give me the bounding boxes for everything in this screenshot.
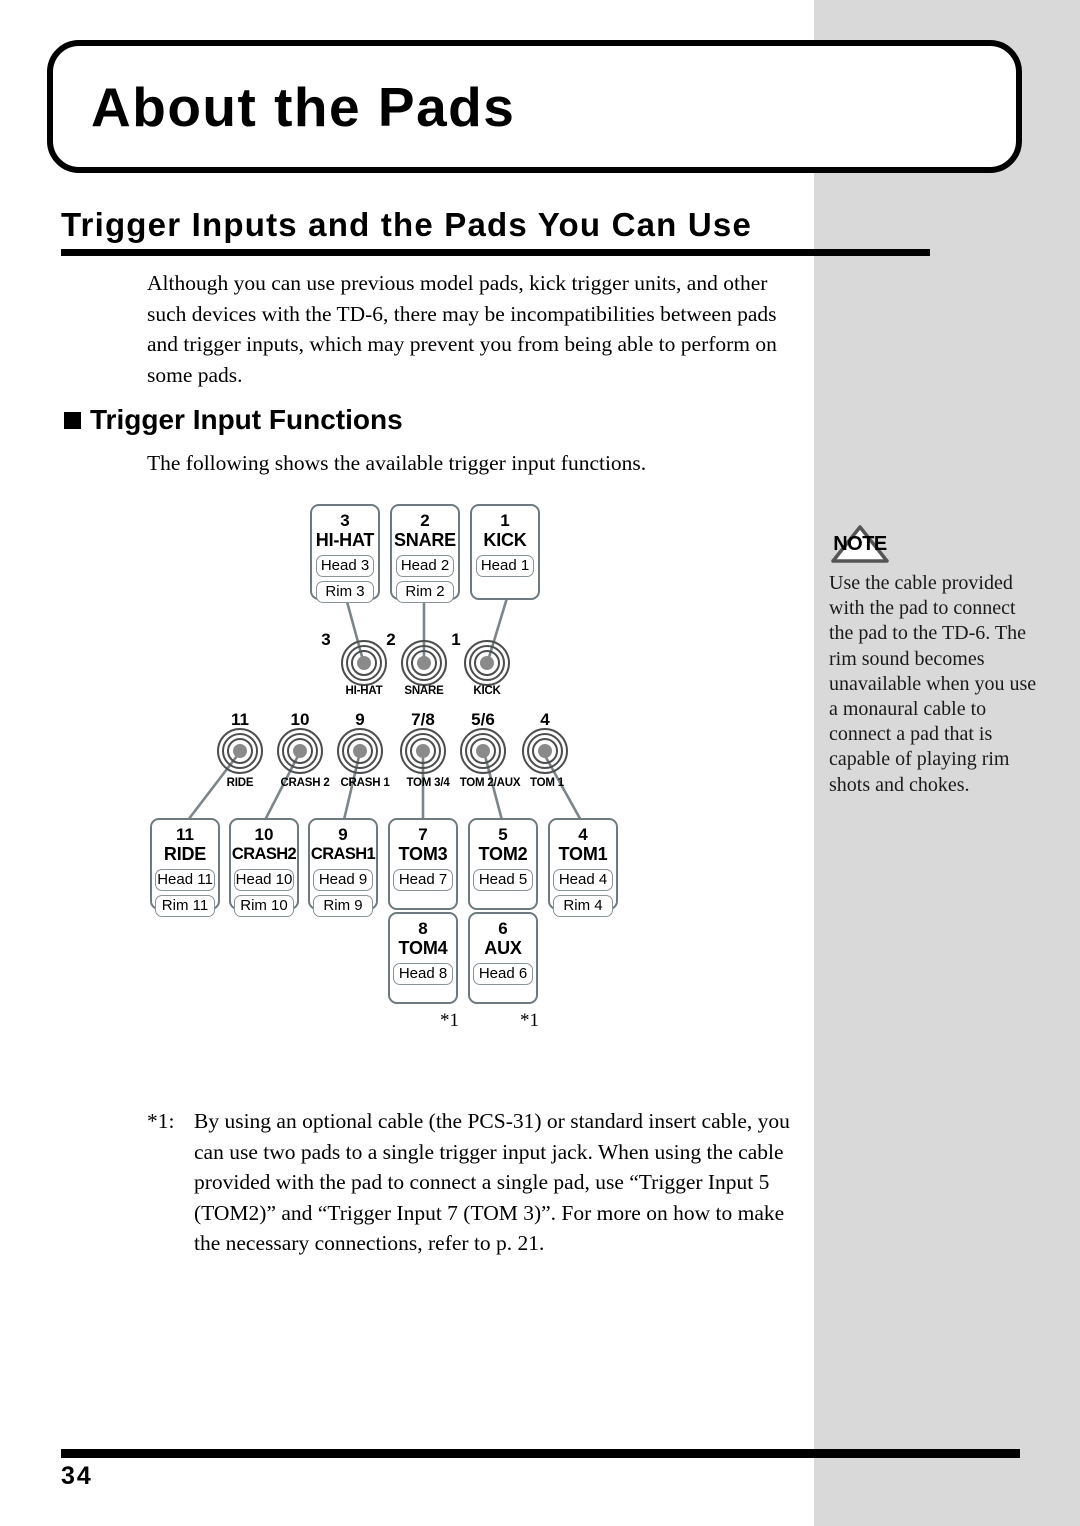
jack-label-crash1: CRASH 1 [340,777,390,789]
jack-hihat [341,640,387,686]
trigger-box-tom3: 7 TOM3 Head 7 [388,818,458,910]
jack-label-tom34: TOM 3/4 [406,777,450,789]
footnote-marker-tom4: *1 [440,1010,459,1031]
note-text: Use the cable provided with the pad to c… [829,572,1037,796]
jack-label-tom1: TOM 1 [530,777,564,789]
jack-snare [401,640,447,686]
trigger-pill-head: Head 4 [553,869,613,891]
trigger-box-name: HI-HAT [315,530,375,550]
trigger-pill-head: Head 7 [393,869,453,891]
trigger-box-number: 8 [418,919,428,938]
trigger-box-number: 5 [498,825,508,844]
jack-label-hihat: HI-HAT [345,685,383,697]
trigger-pill-head: Head 11 [155,869,215,891]
trigger-pill-head: Head 8 [393,963,453,985]
trigger-box-number: 3 [340,511,350,530]
trigger-pill-rim: Rim 10 [234,895,294,917]
trigger-pill-rim: Rim 3 [316,581,374,603]
jack-crash2 [277,728,323,774]
jack-number-1: 1 [451,630,461,649]
footnote-block: *1: By using an optional cable (the PCS-… [147,1106,807,1259]
trigger-box-name: SNARE [393,530,456,550]
jack-ride [217,728,263,774]
jack-kick [464,640,510,686]
trigger-box-name: TOM4 [398,938,448,958]
jack-label-snare: SNARE [404,685,444,697]
trigger-box-name: AUX [484,938,522,958]
chapter-title-banner: About the Pads [47,40,1022,173]
trigger-pill-head: Head 10 [234,869,294,891]
trigger-box-number: 4 [578,825,588,844]
trigger-pill-head: Head 6 [473,963,533,985]
footnote-mark: *1: [147,1109,175,1133]
jack-tom2-aux [460,728,506,774]
trigger-pill-head: Head 9 [313,869,373,891]
jack-label-crash2: CRASH 2 [280,777,330,789]
trigger-box-aux: 6 AUX Head 6 [468,912,538,1004]
trigger-box-name: CRASH2 [231,845,297,863]
trigger-box-ride: 11 RIDE Head 11 Rim 11 [150,818,220,917]
footer-divider [61,1449,1020,1458]
jack-crash1 [337,728,383,774]
jack-label-ride: RIDE [226,777,254,789]
page-title: About the Pads [91,75,516,138]
trigger-pill-head: Head 1 [476,555,534,577]
note-triangle-icon: NOTE [829,524,891,564]
trigger-box-name: TOM2 [478,844,528,864]
trigger-pill-rim: Rim 11 [155,895,215,917]
jack-number-10: 10 [290,710,310,729]
trigger-box-number: 10 [254,825,274,844]
trigger-box-number: 6 [498,919,508,938]
jack-number-5-6: 5/6 [471,710,495,729]
jack-number-9: 9 [355,710,365,729]
trigger-pill-head: Head 2 [396,555,454,577]
trigger-box-snare: 2 SNARE Head 2 Rim 2 [390,504,460,603]
trigger-box-number: 2 [420,511,430,530]
page-number: 34 [61,1462,93,1490]
trigger-pill-rim: Rim 2 [396,581,454,603]
trigger-box-number: 7 [418,825,428,844]
trigger-pill-head: Head 5 [473,869,533,891]
jack-number-7-8: 7/8 [411,710,435,729]
note-sidebar: NOTE Use the cable provided with the pad… [829,524,1041,798]
trigger-box-name: CRASH1 [310,845,376,863]
jack-label-kick: KICK [473,685,501,697]
section-divider [61,249,930,256]
trigger-box-crash1: 9 CRASH1 Head 9 Rim 9 [308,818,378,917]
trigger-box-crash2: 10 CRASH2 Head 10 Rim 10 [229,818,299,917]
trigger-box-kick: 1 KICK Head 1 [470,504,540,600]
footnote-text: By using an optional cable (the PCS-31) … [194,1109,790,1255]
subsection-heading-label: Trigger Input Functions [90,404,403,435]
jack-number-4: 4 [540,710,550,729]
trigger-pill-rim: Rim 9 [313,895,373,917]
jack-tom34 [400,728,446,774]
trigger-box-tom4: 8 TOM4 Head 8 [388,912,458,1004]
trigger-box-name: RIDE [163,844,207,864]
jack-tom1 [522,728,568,774]
subsection-heading: Trigger Input Functions [64,404,403,436]
trigger-pill-rim: Rim 4 [553,895,613,917]
jack-label-tom2-aux: TOM 2/AUX [459,777,521,789]
trigger-box-tom1: 4 TOM1 Head 4 Rim 4 [548,818,618,917]
trigger-pill-head: Head 3 [316,555,374,577]
square-bullet-icon [64,411,81,429]
trigger-box-number: 9 [338,825,348,844]
subsection-paragraph: The following shows the available trigge… [147,451,647,475]
trigger-box-tom2: 5 TOM2 Head 5 [468,818,538,910]
intro-paragraph: Although you can use previous model pads… [147,271,777,387]
trigger-box-name: KICK [483,530,527,550]
trigger-box-number: 11 [176,825,194,844]
footnote-marker-aux: *1 [520,1010,539,1031]
trigger-box-name: TOM3 [398,844,448,864]
trigger-box-name: TOM1 [558,844,608,864]
section-heading: Trigger Inputs and the Pads You Can Use [61,206,753,243]
jack-number-11: 11 [231,710,249,729]
jack-number-2: 2 [386,630,396,649]
jack-number-3: 3 [321,630,331,649]
note-icon-label: NOTE [833,533,887,555]
trigger-box-hihat: 3 HI-HAT Head 3 Rim 3 [310,504,380,603]
trigger-box-number: 1 [500,511,510,530]
